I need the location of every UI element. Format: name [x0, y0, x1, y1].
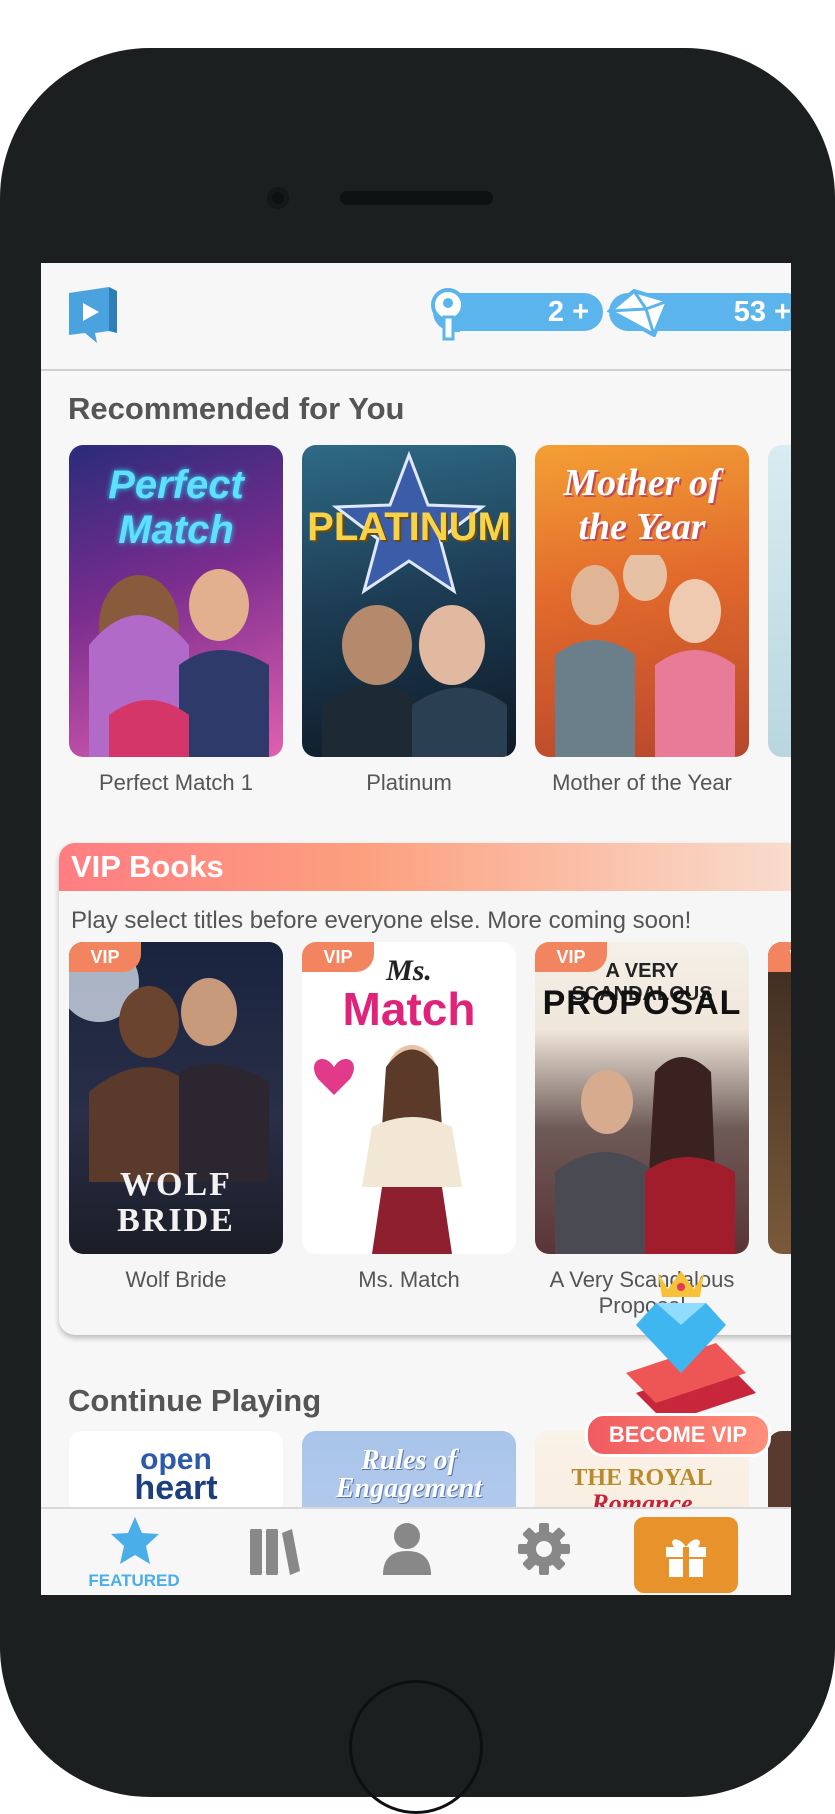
tab-library[interactable] — [218, 1509, 328, 1595]
gift-icon — [666, 1539, 706, 1577]
tab-featured-label: FEATURED — [88, 1571, 180, 1590]
tab-featured[interactable]: FEATURED — [79, 1509, 189, 1595]
app-screen: 2 + 53 + Recommended for You Perfect Mat… — [41, 263, 791, 1595]
key-icon — [431, 288, 465, 341]
book-title: Platinum — [366, 770, 452, 795]
continue-playing-title: Continue Playing — [68, 1383, 322, 1418]
tab-profile[interactable] — [351, 1509, 461, 1595]
book-card-partial[interactable] — [768, 445, 791, 757]
earpiece-speaker — [340, 191, 493, 205]
become-vip-button[interactable]: BECOME VIP — [585, 1413, 771, 1457]
vip-badge: VIP — [69, 942, 141, 972]
book-title: Ms. Match — [358, 1267, 460, 1292]
gems-count: 53 — [733, 296, 766, 328]
gem-icon — [606, 289, 671, 337]
vip-title: VIP Books — [71, 849, 224, 884]
top-bar: 2 + 53 + — [41, 263, 791, 371]
cover-art — [314, 1045, 462, 1254]
recommended-title: Recommended for You — [68, 391, 405, 426]
keys-count: 2 — [547, 296, 564, 328]
cover-title: Mother of the Year — [563, 462, 721, 548]
vip-header: VIP Books — [59, 843, 791, 891]
bottom-tab-bar: FEATURED — [41, 1507, 791, 1595]
cover-title-bottom: Engagement — [335, 1473, 483, 1504]
book-card-scandalous-proposal[interactable]: A VERY SCANDALOUS PROPOSAL VIP — [535, 942, 749, 1254]
book-title: Wolf Bride — [125, 1267, 227, 1292]
vip-books-panel: VIP Books Play select titles before ever… — [59, 843, 791, 1335]
gear-icon — [518, 1523, 570, 1575]
book-title: Perfect Match 1 — [98, 770, 254, 795]
person-icon — [383, 1523, 431, 1575]
cover-art — [89, 569, 269, 757]
cover-title-bottom: PROPOSAL — [542, 984, 742, 1022]
cover-art — [555, 1057, 735, 1254]
book-card-wolf-bride[interactable]: WOLF BRIDE VIP — [69, 942, 283, 1254]
recommended-rail: Perfect Match Perfect Match 1 PLATINUM P… — [69, 445, 791, 795]
vip-badge: VIP — [535, 942, 607, 972]
vip-promo-art[interactable] — [596, 1263, 766, 1423]
keys-plus-icon: + — [572, 296, 589, 328]
star-icon — [111, 1517, 159, 1564]
cover-title: Perfect Match — [108, 463, 244, 552]
home-button[interactable] — [349, 1680, 483, 1814]
cover-title-top: THE ROYAL — [571, 1465, 713, 1491]
cover-title-bottom: Match — [342, 983, 476, 1035]
star-icon — [322, 450, 507, 757]
front-camera — [267, 187, 289, 209]
cover-art — [555, 555, 735, 757]
book-card-ms-match[interactable]: Ms. Match VIP — [302, 942, 516, 1254]
app-logo-icon[interactable] — [67, 285, 119, 345]
book-card-platinum[interactable]: PLATINUM — [302, 445, 516, 757]
vip-badge: VIP — [768, 942, 791, 972]
tab-settings[interactable] — [486, 1509, 596, 1595]
tab-gift[interactable] — [634, 1517, 738, 1593]
vip-badge: VIP — [302, 942, 374, 972]
cover-title: PLATINUM — [307, 505, 511, 549]
cover-title: WOLF BRIDE — [117, 1166, 235, 1239]
cover-title-bottom: heart — [134, 1469, 218, 1507]
book-card-partial[interactable]: VIP — [768, 942, 791, 1254]
library-icon — [250, 1529, 300, 1575]
book-card-perfect-match[interactable]: Perfect Match — [69, 445, 283, 757]
book-title: Mother of the Year — [552, 770, 732, 795]
book-card-mother-of-the-year[interactable]: Mother of the Year — [535, 445, 749, 757]
gems-plus-icon: + — [774, 296, 791, 328]
vip-subtitle: Play select titles before everyone else.… — [71, 907, 692, 934]
